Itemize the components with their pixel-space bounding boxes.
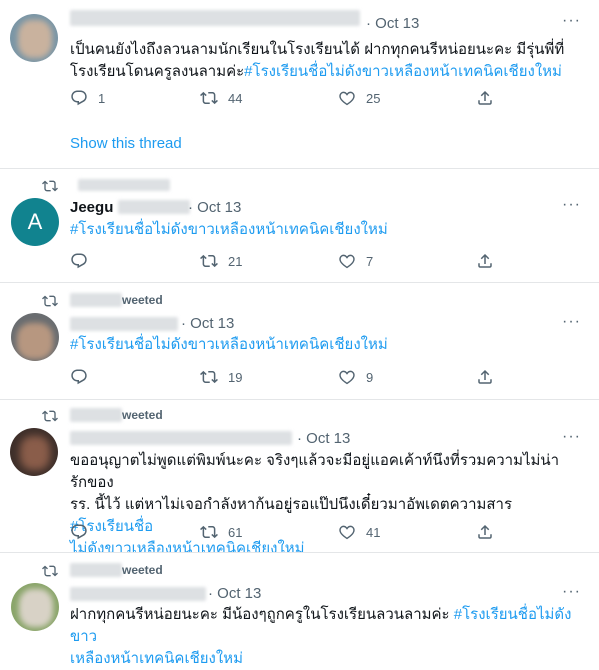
avatar[interactable]: A [11, 198, 59, 246]
tweet-text-plain: รร. นี้ไว้ แต่หาไม่เจอกำลังหาก้นอยู่รอแป… [70, 496, 513, 513]
like-button[interactable]: 9 [338, 367, 373, 387]
retweeter-name-redacted[interactable] [70, 293, 122, 307]
more-icon[interactable]: ··· [562, 428, 581, 446]
like-icon [338, 523, 356, 541]
avatar[interactable] [11, 583, 59, 631]
more-icon[interactable]: ··· [562, 12, 581, 30]
retweet-icon [42, 178, 58, 194]
hashtag-link[interactable]: #โรงเรียนชื่อไม่ดังขาวเหลืองหน้าเทคนิคเช… [70, 219, 388, 241]
share-button[interactable] [476, 522, 504, 542]
tweet-text-plain: ฝากทุกคนรีหน่อยนะคะ มีน้องๆถูกครูในโรงเร… [70, 606, 454, 623]
like-count: 9 [366, 369, 374, 385]
retweet-button[interactable]: 21 [200, 251, 242, 271]
author-handle-redacted[interactable] [118, 200, 190, 214]
reply-button[interactable] [70, 251, 98, 271]
share-icon [476, 523, 494, 541]
tweet-3[interactable]: weeted · Oct 13 ··· #โรงเรียนชื่อไม่ดังข… [0, 283, 599, 399]
retweeter-name-redacted[interactable] [70, 408, 122, 422]
retweeter-name-redacted[interactable] [70, 563, 122, 577]
tweet-text: เป็นคนยังไงถึงลวนลามนักเรียนในโรงเรียนได… [70, 39, 570, 83]
tweet-2[interactable]: A Jeegu · Oct 13 ··· #โรงเรียนชื่อไม่ดัง… [0, 169, 599, 282]
more-icon[interactable]: ··· [562, 196, 581, 214]
share-button[interactable] [476, 251, 504, 271]
avatar[interactable] [10, 14, 58, 62]
retweet-icon [42, 408, 58, 424]
like-button[interactable]: 41 [338, 522, 380, 542]
reply-icon [70, 252, 88, 270]
tweet-5[interactable]: weeted · Oct 13 ··· ฝากทุกคนรีหน่อยนะคะ … [0, 553, 599, 667]
retweet-count: 19 [228, 369, 243, 385]
reply-icon [70, 368, 88, 386]
retweet-count: 44 [228, 90, 243, 106]
tweet-text-line: ฝากทุกคนรีหน่อยนะคะ มีน้องๆถูกครูในโรงเร… [70, 604, 575, 648]
retweet-icon [42, 563, 58, 579]
retweet-icon [200, 368, 218, 386]
retweet-indicator [42, 291, 68, 311]
author-name-redacted[interactable] [70, 431, 292, 445]
like-icon [338, 89, 356, 107]
reply-count: 1 [98, 90, 106, 106]
like-button[interactable]: 25 [338, 88, 380, 108]
tweet-timestamp[interactable]: · Oct 13 [188, 197, 241, 218]
reply-button[interactable] [70, 367, 98, 387]
share-button[interactable] [476, 367, 504, 387]
hashtag-link[interactable]: #โรงเรียนชื่อไม่ดังขาวเหลืองหน้าเทคนิคเช… [70, 334, 388, 356]
show-thread-link[interactable]: Show this thread [70, 135, 182, 152]
like-icon [338, 368, 356, 386]
tweet-text-line: ขออนุญาตไม่พูดแต่พิมพ์นะคะ จริงๆแล้วจะมี… [70, 452, 560, 491]
retweet-count: 61 [228, 524, 243, 540]
hashtag-link[interactable]: #โรงเรียนชื่อไม่ดังขาวเหลืองหน้าเทคนิคเช… [244, 63, 562, 80]
tweet-timestamp[interactable]: · Oct 13 [366, 13, 419, 34]
retweet-indicator [42, 561, 68, 581]
reply-icon [70, 523, 88, 541]
avatar-letter: A [27, 209, 43, 234]
author-name[interactable]: Jeegu [70, 197, 113, 218]
tweet-4[interactable]: weeted · Oct 13 ··· ขออนุญาตไม่พูดแต่พิม… [0, 400, 599, 557]
retweet-icon [200, 252, 218, 270]
like-count: 25 [366, 90, 381, 106]
retweet-count: 21 [228, 253, 243, 269]
share-icon [476, 368, 494, 386]
retweet-label: weeted [122, 293, 163, 307]
tweet-timestamp[interactable]: · Oct 13 [181, 313, 234, 334]
retweet-button[interactable]: 61 [200, 522, 242, 542]
tweet-timestamp[interactable]: · Oct 13 [208, 583, 261, 604]
tweet-text: ขออนุญาตไม่พูดแต่พิมพ์นะคะ จริงๆแล้วจะมี… [70, 450, 575, 560]
author-name-redacted[interactable] [70, 10, 360, 26]
retweet-icon [42, 293, 58, 309]
like-count: 7 [366, 253, 374, 269]
retweet-label: weeted [122, 408, 163, 422]
more-icon[interactable]: ··· [562, 583, 581, 601]
hashtag-link[interactable]: เหลืองหน้าเทคนิคเชียงใหม่ [70, 648, 575, 670]
like-icon [338, 252, 356, 270]
share-icon [476, 252, 494, 270]
reply-button[interactable] [70, 522, 98, 542]
like-button[interactable]: 7 [338, 251, 373, 271]
reply-icon [70, 89, 88, 107]
author-name-redacted[interactable] [70, 587, 206, 601]
reply-button[interactable]: 1 [70, 88, 105, 108]
like-count: 41 [366, 524, 381, 540]
retweeter-name-redacted[interactable] [78, 179, 170, 191]
author-name-redacted[interactable] [70, 317, 178, 331]
share-button[interactable] [476, 88, 504, 108]
retweet-button[interactable]: 19 [200, 367, 242, 387]
tweet-timestamp[interactable]: · Oct 13 [297, 428, 350, 449]
avatar[interactable] [11, 313, 59, 361]
share-icon [476, 89, 494, 107]
retweet-button[interactable]: 44 [200, 88, 242, 108]
avatar[interactable] [10, 428, 58, 476]
retweet-icon [200, 89, 218, 107]
tweet-1[interactable]: · Oct 13 ··· เป็นคนยังไงถึงลวนลามนักเรีย… [0, 0, 599, 168]
retweet-indicator [42, 176, 68, 196]
more-icon[interactable]: ··· [562, 313, 581, 331]
tweet-text: ฝากทุกคนรีหน่อยนะคะ มีน้องๆถูกครูในโรงเร… [70, 604, 575, 670]
retweet-label: weeted [122, 563, 163, 577]
retweet-indicator [42, 406, 68, 426]
retweet-icon [200, 523, 218, 541]
